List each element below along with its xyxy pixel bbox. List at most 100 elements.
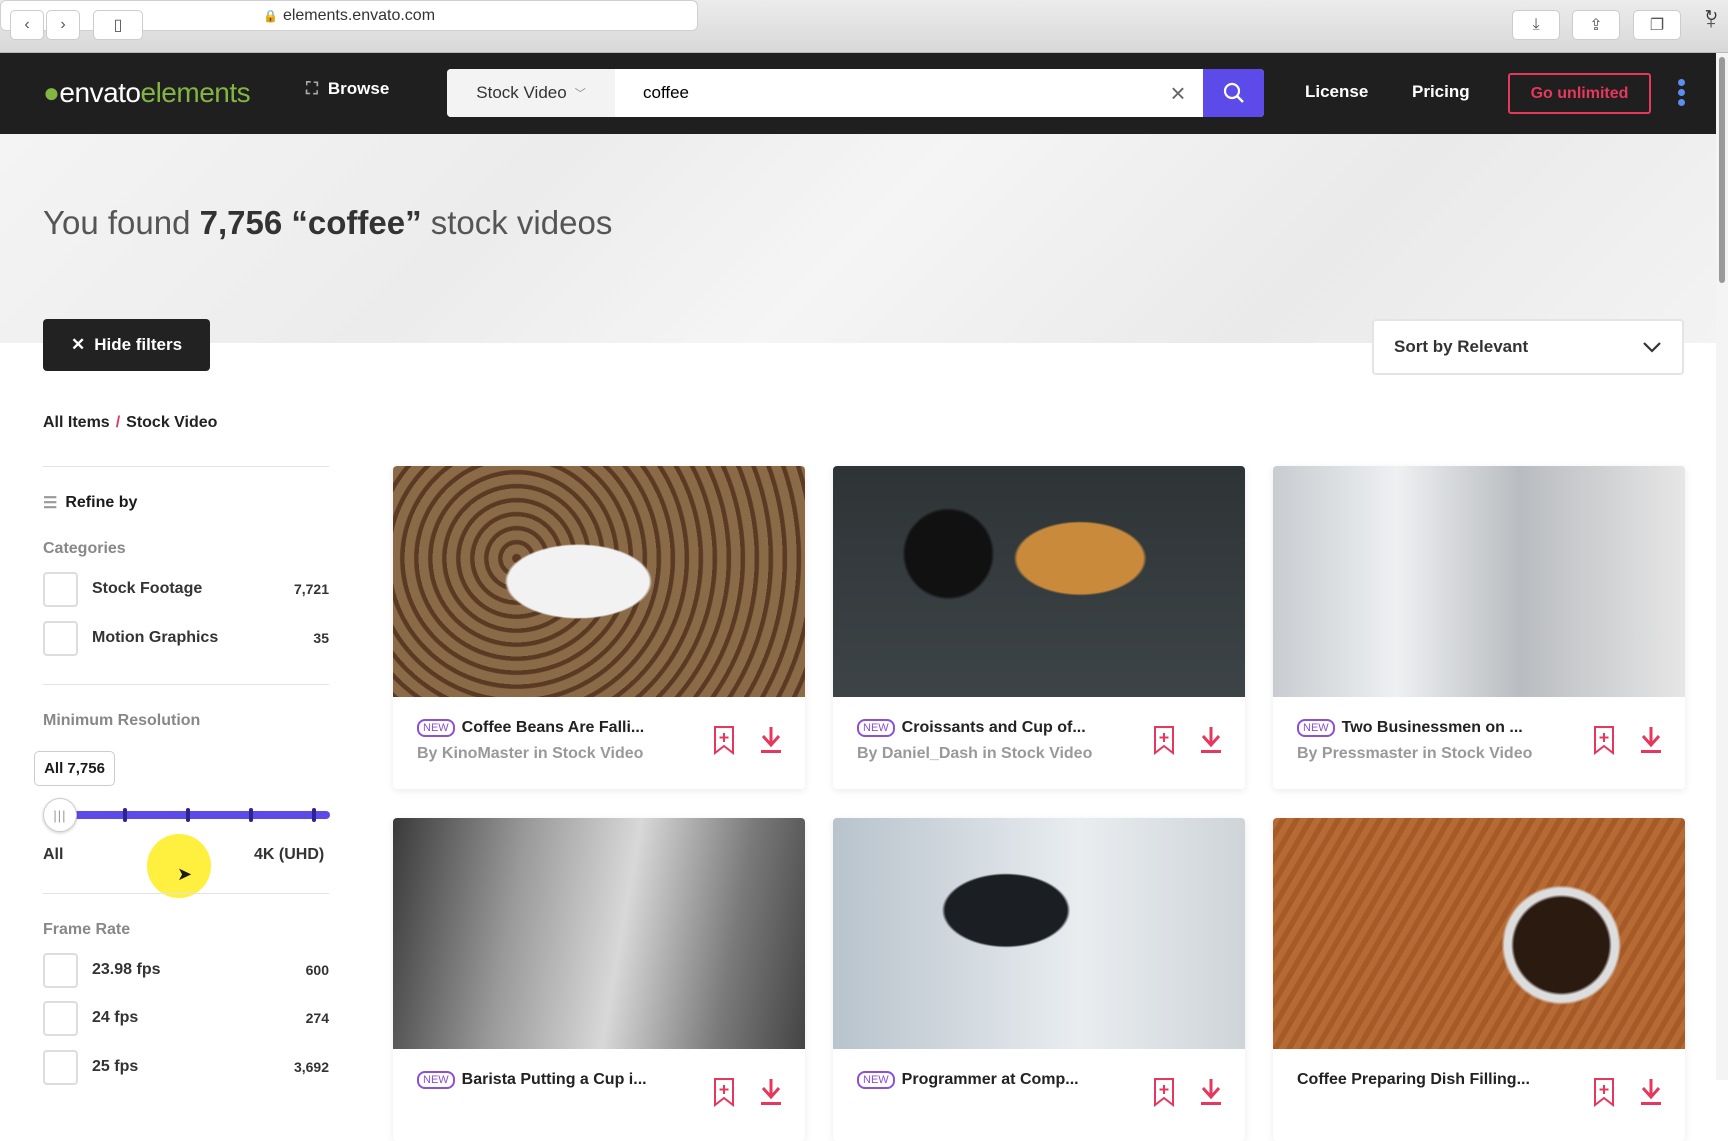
resolution-slider-track[interactable] bbox=[60, 808, 330, 822]
back-button[interactable]: ‹ bbox=[10, 10, 44, 40]
video-card[interactable]: Coffee Preparing Dish Filling... bbox=[1273, 818, 1685, 1141]
bookmark-add-icon[interactable] bbox=[713, 1077, 735, 1107]
new-badge: NEW bbox=[417, 1071, 455, 1089]
resolution-tooltip: All 7,756 bbox=[34, 751, 115, 786]
filter-23-98-fps[interactable]: 23.98 fps 600 bbox=[43, 952, 329, 988]
resolution-slider-handle[interactable]: ||| bbox=[43, 798, 77, 832]
search-icon bbox=[1223, 82, 1244, 103]
video-thumbnail[interactable] bbox=[393, 818, 805, 1049]
search-button[interactable] bbox=[1203, 69, 1264, 117]
checkbox[interactable] bbox=[43, 620, 78, 656]
card-info: NEW Programmer at Comp... bbox=[833, 1049, 1245, 1141]
filter-stock-footage[interactable]: Stock Footage 7,721 bbox=[43, 571, 329, 607]
sort-dropdown[interactable]: Sort by Relevant bbox=[1372, 319, 1684, 375]
more-menu-icon[interactable] bbox=[1678, 79, 1686, 109]
video-thumbnail[interactable] bbox=[833, 818, 1245, 1049]
filter-24-fps[interactable]: 24 fps 274 bbox=[43, 1000, 329, 1036]
bookmark-add-icon[interactable] bbox=[1153, 725, 1175, 755]
browser-toolbar: ‹ › ▯ 🔒 elements.envato.com ↻ ⤓ ⇪ ❐ + bbox=[0, 0, 1728, 53]
video-thumbnail[interactable] bbox=[1273, 466, 1685, 697]
top-nav: ●envatoelements ⛶Browse Stock Video﹀ × L… bbox=[0, 53, 1716, 134]
filter-lines-icon: ☰ bbox=[43, 495, 58, 512]
checkbox[interactable] bbox=[43, 952, 78, 988]
clear-search-icon[interactable]: × bbox=[1153, 69, 1203, 117]
browse-button[interactable]: ⛶ Browse bbox=[306, 79, 389, 99]
bookmark-add-icon[interactable] bbox=[1153, 1077, 1175, 1107]
checkbox[interactable] bbox=[43, 1000, 78, 1036]
card-info: NEW Croissants and Cup of... By Daniel_Da… bbox=[833, 697, 1245, 789]
new-badge: NEW bbox=[417, 719, 455, 737]
new-badge: NEW bbox=[1297, 719, 1335, 737]
card-info: NEW Coffee Beans Are Falli... By KinoMast… bbox=[393, 697, 805, 789]
results-headline: You found 7,756 “coffee” stock videos bbox=[43, 204, 613, 241]
divider bbox=[43, 684, 329, 685]
slider-max-label: 4K (UHD) bbox=[254, 846, 325, 863]
new-badge: NEW bbox=[857, 1071, 895, 1089]
new-badge: NEW bbox=[857, 719, 895, 737]
lock-icon: 🔒 bbox=[262, 8, 278, 23]
slider-min-label: All bbox=[43, 846, 64, 863]
license-link[interactable]: License bbox=[1305, 82, 1368, 102]
card-title[interactable]: Programmer at Comp... bbox=[902, 1071, 1079, 1089]
bookmark-add-icon[interactable] bbox=[1593, 725, 1615, 755]
refine-by-heading: ☰ Refine by bbox=[43, 494, 138, 512]
download-icon[interactable] bbox=[1199, 1077, 1223, 1107]
card-title[interactable]: Croissants and Cup of... bbox=[902, 719, 1086, 737]
card-title[interactable]: Barista Putting a Cup i... bbox=[462, 1071, 647, 1089]
video-thumbnail[interactable] bbox=[833, 466, 1245, 697]
new-tab-button[interactable]: + bbox=[1694, 10, 1728, 40]
card-info: Coffee Preparing Dish Filling... bbox=[1273, 1049, 1685, 1141]
search-bar: Stock Video﹀ × bbox=[447, 69, 1264, 117]
pricing-link[interactable]: Pricing bbox=[1412, 82, 1470, 102]
card-author: By Daniel_Dash in Stock Video bbox=[857, 745, 1093, 762]
go-unlimited-button[interactable]: Go unlimited bbox=[1508, 73, 1651, 114]
card-author: By Pressmaster in Stock Video bbox=[1297, 745, 1533, 762]
video-card[interactable]: NEW Two Businessmen on ... By Pressmaster… bbox=[1273, 466, 1685, 789]
checkbox[interactable] bbox=[43, 571, 78, 607]
breadcrumb-all-items[interactable]: All Items bbox=[43, 414, 110, 431]
video-card[interactable]: NEW Coffee Beans Are Falli... By KinoMast… bbox=[393, 466, 805, 789]
card-title[interactable]: Coffee Beans Are Falli... bbox=[462, 719, 645, 737]
categories-heading: Categories bbox=[43, 540, 126, 557]
divider bbox=[43, 893, 329, 894]
card-title[interactable]: Two Businessmen on ... bbox=[1342, 719, 1523, 737]
video-thumbnail[interactable] bbox=[1273, 818, 1685, 1049]
chevron-down-icon bbox=[1643, 342, 1661, 353]
download-icon[interactable] bbox=[759, 725, 783, 755]
video-card[interactable]: NEW Croissants and Cup of... By Daniel_Da… bbox=[833, 466, 1245, 789]
hide-filters-button[interactable]: ✕ Hide filters bbox=[43, 319, 210, 371]
download-icon[interactable] bbox=[1639, 725, 1663, 755]
url-text: elements.envato.com bbox=[282, 6, 436, 24]
download-icon[interactable] bbox=[759, 1077, 783, 1107]
bookmark-add-icon[interactable] bbox=[713, 725, 735, 755]
envato-logo[interactable]: ●envatoelements bbox=[43, 77, 251, 109]
search-input[interactable] bbox=[615, 69, 1153, 117]
downloads-button[interactable]: ⤓ bbox=[1512, 10, 1560, 40]
breadcrumb-stock-video[interactable]: Stock Video bbox=[126, 414, 217, 431]
frame-rate-heading: Frame Rate bbox=[43, 921, 131, 938]
forward-button[interactable]: › bbox=[46, 10, 80, 40]
breadcrumb: All Items / Stock Video bbox=[43, 414, 218, 431]
close-icon: ✕ bbox=[70, 335, 86, 354]
binoculars-icon: ⛶ bbox=[306, 79, 318, 98]
download-icon[interactable] bbox=[1639, 1077, 1663, 1107]
card-author: By KinoMaster in Stock Video bbox=[417, 745, 644, 762]
video-card[interactable]: NEW Barista Putting a Cup i... bbox=[393, 818, 805, 1141]
video-thumbnail[interactable] bbox=[393, 466, 805, 697]
resolution-heading: Minimum Resolution bbox=[43, 712, 201, 729]
card-info: NEW Two Businessmen on ... By Pressmaster… bbox=[1273, 697, 1685, 789]
category-dropdown[interactable]: Stock Video ﹀ bbox=[447, 69, 615, 117]
video-card[interactable]: NEW Programmer at Comp... bbox=[833, 818, 1245, 1141]
download-icon[interactable] bbox=[1199, 725, 1223, 755]
bookmark-add-icon[interactable] bbox=[1593, 1077, 1615, 1107]
card-title[interactable]: Coffee Preparing Dish Filling... bbox=[1297, 1071, 1530, 1089]
filter-motion-graphics[interactable]: Motion Graphics 35 bbox=[43, 620, 329, 656]
share-button[interactable]: ⇪ bbox=[1572, 10, 1620, 40]
card-info: NEW Barista Putting a Cup i... bbox=[393, 1049, 805, 1141]
checkbox[interactable] bbox=[43, 1049, 78, 1085]
sidebar-toggle-button[interactable]: ▯ bbox=[93, 10, 143, 40]
tabs-button[interactable]: ❐ bbox=[1633, 10, 1681, 40]
divider bbox=[43, 466, 329, 467]
scrollbar[interactable] bbox=[1716, 53, 1728, 1080]
cursor-highlight: ➤ bbox=[147, 834, 211, 898]
